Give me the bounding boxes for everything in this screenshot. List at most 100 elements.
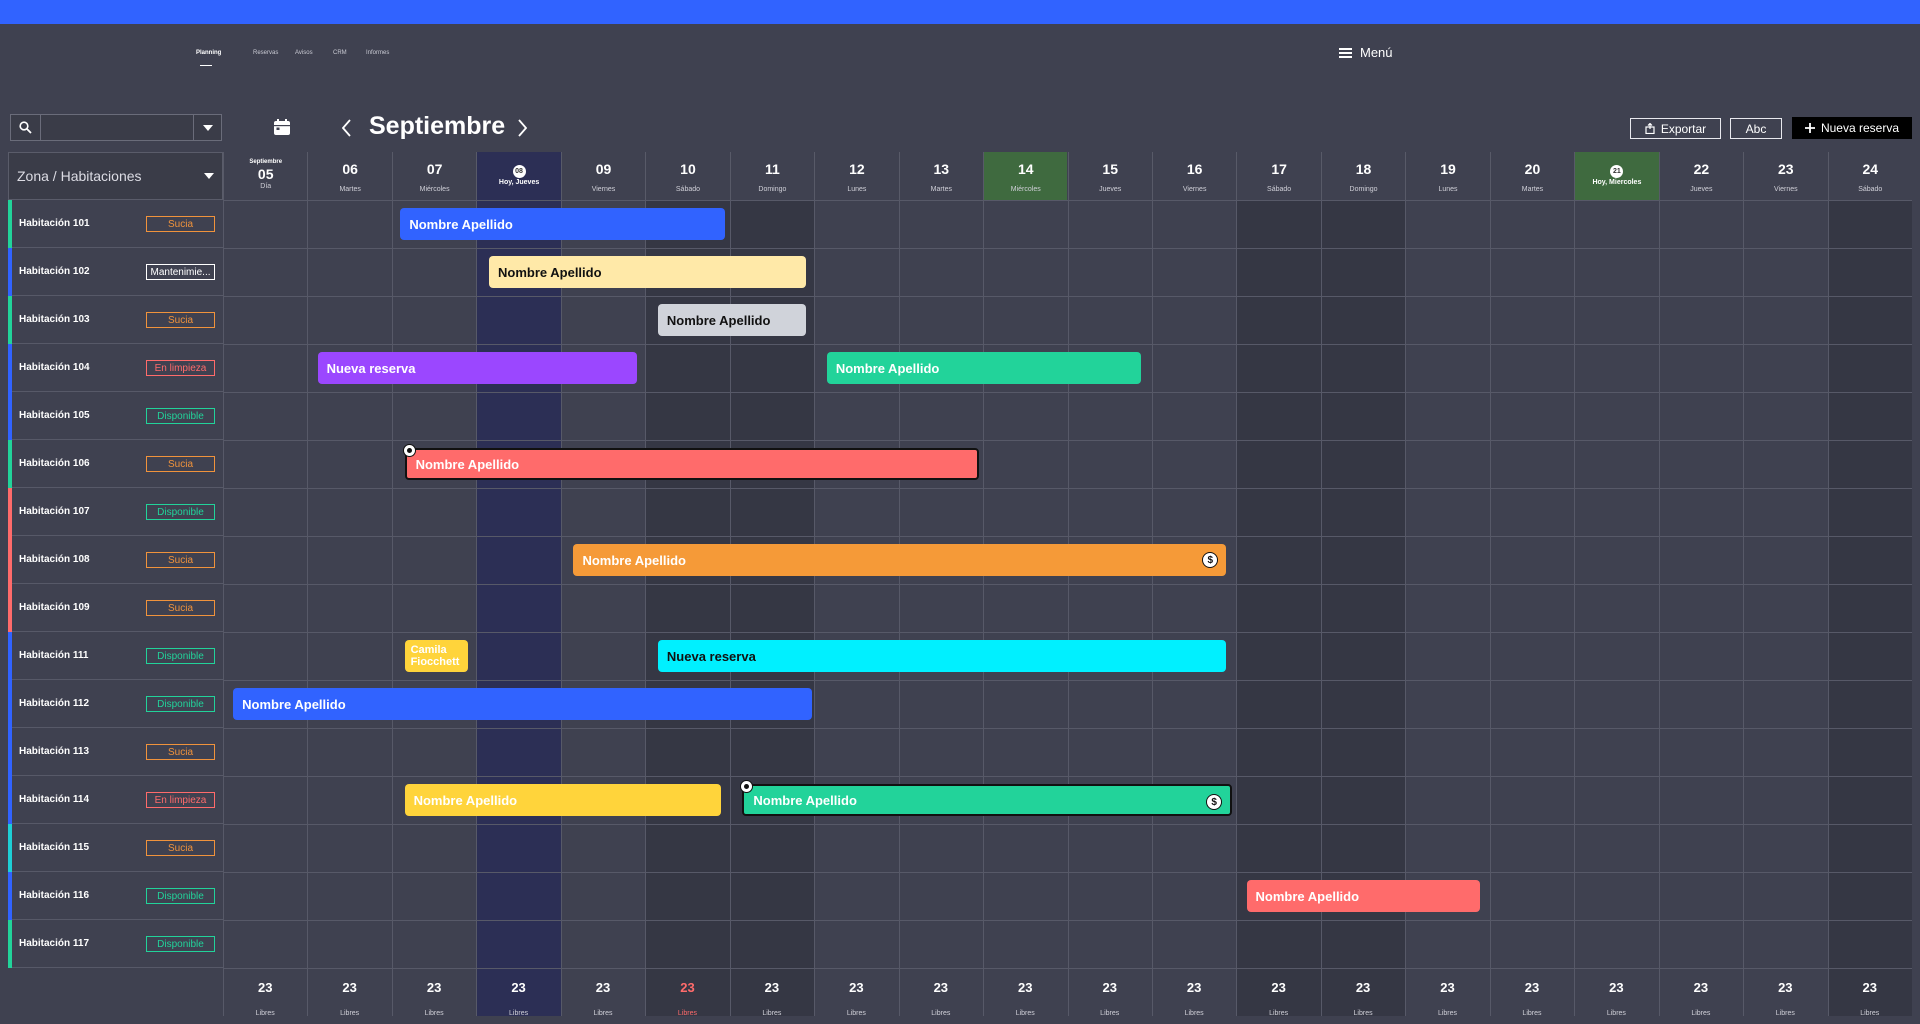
room-row[interactable]: Habitación 105 Disponible bbox=[8, 392, 223, 440]
room-name: Habitación 114 bbox=[19, 794, 90, 805]
booking-label: Nombre Apellido bbox=[409, 216, 513, 232]
day-header[interactable]: 22 Jueves bbox=[1658, 152, 1744, 200]
nav-item-crm[interactable]: CRM bbox=[333, 50, 347, 56]
room-accent bbox=[8, 536, 12, 584]
availability-cell: 23 Libres bbox=[983, 968, 1067, 1017]
booking-bar[interactable]: Nueva reserva bbox=[317, 352, 637, 384]
room-row[interactable]: Habitación 106 Sucia bbox=[8, 440, 223, 488]
nav-item-reservas[interactable]: Reservas bbox=[253, 50, 278, 56]
day-header[interactable]: 20 Martes bbox=[1489, 152, 1575, 200]
room-name: Habitación 104 bbox=[19, 362, 90, 373]
day-column bbox=[1574, 200, 1659, 1016]
room-row[interactable]: Habitación 107 Disponible bbox=[8, 488, 223, 536]
day-column bbox=[223, 200, 308, 1016]
room-row[interactable]: Habitación 101 Sucia bbox=[8, 200, 223, 248]
abc-button[interactable]: Abc bbox=[1730, 118, 1782, 139]
room-row[interactable]: Habitación 102 Mantenimie... bbox=[8, 248, 223, 296]
today-badge: 08 bbox=[512, 165, 526, 178]
room-row[interactable]: Habitación 103 Sucia bbox=[8, 296, 223, 344]
day-header[interactable]: 14 Miércoles bbox=[983, 152, 1068, 200]
day-header[interactable]: 16 Viernes bbox=[1151, 152, 1237, 200]
calendar-icon[interactable] bbox=[273, 118, 291, 136]
day-header[interactable]: 10 Sábado bbox=[645, 152, 730, 200]
day-header[interactable]: 21 Hoy, Miercoles bbox=[1574, 152, 1659, 200]
day-header[interactable]: 07 Miércoles bbox=[391, 152, 477, 200]
day-header[interactable]: 12 Lunes bbox=[814, 152, 899, 200]
availability-label: Libres bbox=[1522, 1010, 1542, 1017]
day-header[interactable]: 19 Lunes bbox=[1405, 152, 1490, 200]
status-badge: Sucia bbox=[146, 600, 215, 616]
booking-bar[interactable]: Nombre Apellido bbox=[1246, 880, 1480, 912]
day-column bbox=[560, 200, 646, 1016]
menu-label: Menú bbox=[1360, 45, 1393, 60]
room-row[interactable]: Habitación 114 En limpieza bbox=[8, 776, 223, 824]
booking-bar[interactable]: Nombre Apellido bbox=[404, 784, 722, 816]
dollar-icon: $ bbox=[1206, 794, 1223, 810]
row-divider bbox=[223, 584, 1912, 585]
row-divider bbox=[223, 632, 1912, 633]
dollar-icon: $ bbox=[1202, 552, 1219, 568]
search-icon[interactable] bbox=[11, 115, 41, 140]
status-badge: Disponible bbox=[146, 408, 215, 424]
availability-label: Libres bbox=[509, 1010, 529, 1017]
day-header[interactable]: 17 Sábado bbox=[1236, 152, 1321, 200]
chevron-left-icon[interactable] bbox=[339, 117, 355, 139]
nav-item-avisos[interactable]: Avisos bbox=[295, 50, 313, 56]
availability-cell: 23 Libres bbox=[1236, 968, 1320, 1017]
booking-bar[interactable]: Camila Fiocchett bbox=[404, 640, 468, 672]
new-booking-button[interactable]: Nueva reserva bbox=[1792, 117, 1912, 139]
room-row[interactable]: Habitación 116 Disponible bbox=[8, 872, 223, 920]
availability-label: Libres bbox=[1100, 1010, 1120, 1017]
chevron-right-icon[interactable] bbox=[514, 117, 530, 139]
room-row[interactable]: Habitación 109 Sucia bbox=[8, 584, 223, 632]
day-header-weekday: Viernes bbox=[1774, 186, 1798, 193]
export-button[interactable]: Exportar bbox=[1630, 118, 1721, 139]
booking-label: Camila Fiocchett bbox=[410, 644, 460, 668]
day-header[interactable]: 24 Sábado bbox=[1827, 152, 1912, 200]
booking-bar[interactable]: Nombre Apellido bbox=[233, 688, 812, 720]
booking-label: Nombre Apellido bbox=[1255, 888, 1360, 904]
day-header-weekday: Sábado bbox=[1267, 186, 1292, 193]
day-header[interactable]: 11 Domingo bbox=[729, 152, 815, 200]
availability-cell: 23 Libres bbox=[307, 968, 391, 1017]
menu-button[interactable]: Menú bbox=[1339, 45, 1393, 60]
day-header[interactable]: 08 Hoy, Jueves bbox=[476, 152, 561, 200]
search-input[interactable] bbox=[42, 115, 202, 140]
nav-item-informes[interactable]: Informes bbox=[366, 50, 389, 56]
nav-item-planning[interactable]: Planning bbox=[196, 50, 221, 56]
room-row[interactable]: Habitación 112 Disponible bbox=[8, 680, 223, 728]
day-header[interactable]: Septiembre 05 Día bbox=[223, 152, 308, 200]
booking-bar[interactable]: Nombre Apellido $ bbox=[573, 544, 1227, 576]
booking-bar[interactable]: Nombre Apellido bbox=[657, 304, 806, 336]
booking-bar[interactable]: Nombre Apellido bbox=[489, 256, 806, 288]
room-row[interactable]: Habitación 115 Sucia bbox=[8, 824, 223, 872]
booking-bar[interactable]: Nombre Apellido bbox=[400, 208, 726, 240]
availability-cell: 23 Libres bbox=[814, 968, 898, 1017]
room-row[interactable]: Habitación 104 En limpieza bbox=[8, 344, 223, 392]
day-header-number: 13 bbox=[933, 161, 950, 177]
room-row[interactable]: Habitación 113 Sucia bbox=[8, 728, 223, 776]
booking-bar[interactable]: Nombre Apellido $ bbox=[740, 780, 1233, 816]
day-header-weekday: Lunes bbox=[1438, 186, 1458, 193]
day-header[interactable]: 09 Viernes bbox=[560, 152, 646, 200]
room-row[interactable]: Habitación 111 Disponible bbox=[8, 632, 223, 680]
booking-bar[interactable]: Nombre Apellido bbox=[402, 444, 979, 480]
day-header[interactable]: 18 Domingo bbox=[1320, 152, 1406, 200]
room-row[interactable]: Habitación 108 Sucia bbox=[8, 536, 223, 584]
availability-cell: 23 Libres bbox=[1828, 968, 1912, 1017]
availability-count: 23 bbox=[595, 980, 611, 995]
chevron-down-icon[interactable] bbox=[193, 115, 221, 140]
room-row[interactable]: Habitación 117 Disponible bbox=[8, 920, 223, 968]
availability-cell: 23 Libres bbox=[1152, 968, 1236, 1017]
booking-bar[interactable]: Nueva reserva bbox=[657, 640, 1227, 672]
zone-filter[interactable]: Zona / Habitaciones bbox=[8, 152, 223, 200]
day-header[interactable]: 06 Martes bbox=[307, 152, 392, 200]
day-header[interactable]: 23 Viernes bbox=[1743, 152, 1828, 200]
today-badge: 21 bbox=[1610, 165, 1624, 178]
availability-count: 23 bbox=[426, 980, 442, 995]
room-accent bbox=[8, 728, 12, 776]
availability-count: 23 bbox=[1862, 980, 1877, 995]
day-header[interactable]: 15 Jueves bbox=[1067, 152, 1152, 200]
day-header[interactable]: 13 Martes bbox=[898, 152, 984, 200]
booking-bar[interactable]: Nombre Apellido bbox=[826, 352, 1141, 384]
